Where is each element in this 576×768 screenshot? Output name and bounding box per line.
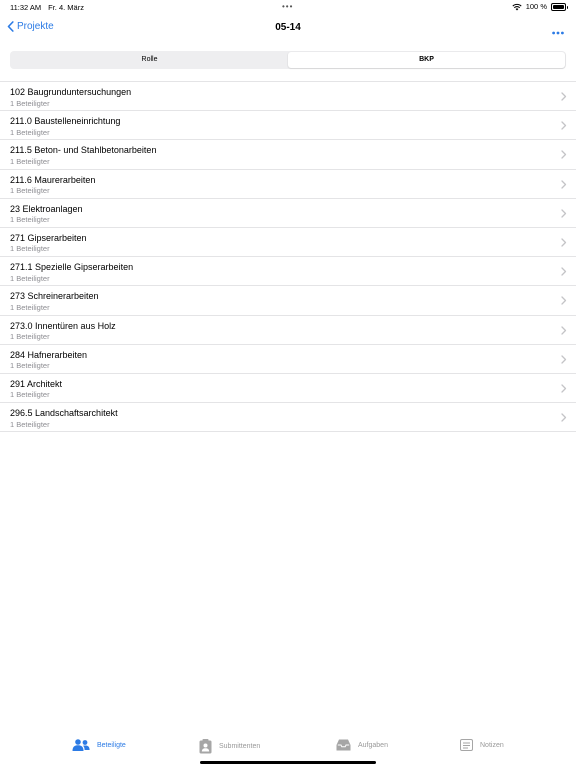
list-item[interactable]: 284 Hafnerarbeiten 1 Beteiligter [0, 345, 576, 374]
chevron-right-icon [561, 325, 567, 335]
chevron-right-icon [561, 413, 567, 422]
list-item-title: 271.1 Spezielle Gipserarbeiten [10, 262, 134, 273]
list-item-subtitle: 1 Beteiligter [10, 127, 50, 137]
list-item-title: 211.0 Baustelleneinrichtung [10, 116, 121, 127]
chevron-right-icon [561, 92, 567, 101]
list-item-title: 23 Elektroanlagen [10, 203, 83, 214]
list-item-subtitle: 1 Beteiligter [10, 156, 50, 166]
tray-icon [336, 739, 351, 751]
list-item-subtitle: 1 Beteiligter [10, 215, 50, 225]
list-item[interactable]: 273.0 Innentüren aus Holz 1 Beteiligter [0, 316, 576, 345]
more-button[interactable] [552, 22, 564, 40]
status-date: Fr. 4. März [48, 3, 84, 12]
tab-beteiligte[interactable]: Beteiligte [72, 739, 126, 751]
list-item[interactable]: 102 Baugrunduntersuchungen 1 Beteiligter [0, 82, 576, 112]
list-item-title: 273.0 Innentüren aus Holz [10, 320, 116, 331]
list-item-subtitle: 1 Beteiligter [10, 302, 50, 312]
list-item-title: 273 Schreinerarbeiten [10, 291, 99, 302]
chevron-right-icon [561, 296, 567, 305]
chevron-right-icon [561, 150, 567, 160]
tab-aufgaben[interactable]: Aufgaben [336, 739, 388, 751]
list-item-subtitle: 1 Beteiligter [10, 361, 50, 371]
list-item-subtitle: 1 Beteiligter [10, 390, 50, 400]
list-item[interactable]: 271.1 Spezielle Gipserarbeiten 1 Beteilig… [0, 257, 576, 287]
chevron-right-icon [561, 355, 567, 364]
chevron-right-icon [561, 179, 567, 189]
list-item-subtitle: 1 Beteiligter [10, 419, 50, 429]
list-item-subtitle: 1 Beteiligter [10, 332, 50, 341]
list-item-title: 271 Gipserarbeiten [10, 232, 87, 243]
segment-bkp[interactable]: BKP [288, 52, 565, 68]
segment-rolle[interactable]: Rolle [11, 52, 288, 68]
chevron-right-icon [561, 267, 567, 276]
battery-percentage: 100 % [525, 2, 547, 11]
navigation-bar: Projekte 05-14 [0, 14, 576, 44]
status-bar: 11:32 AM Fr. 4. März ••• 100 % [0, 0, 576, 14]
list-item-title: 291 Architekt [10, 378, 63, 389]
segmented-control: Rolle BKP [10, 51, 566, 69]
chevron-right-icon [561, 238, 567, 247]
list-item-subtitle: 1 Beteiligter [10, 186, 50, 196]
page-title: 05-14 [275, 22, 301, 33]
wifi-icon [512, 3, 522, 10]
list-item-subtitle: 1 Beteiligter [10, 98, 50, 108]
tab-submittenten[interactable]: Submittenten [199, 739, 260, 754]
list-item-title: 284 Hafnerarbeiten [10, 349, 88, 360]
notes-icon [460, 739, 473, 751]
people-icon [72, 739, 90, 751]
tab-label: Notizen [480, 741, 504, 749]
tab-label: Aufgaben [358, 741, 388, 749]
list-item[interactable]: 296.5 Landschaftsarchitekt 1 Beteiligter [0, 403, 576, 433]
bkp-list: 102 Baugrunduntersuchungen 1 Beteiligter 2… [0, 81, 576, 433]
list-item[interactable]: 271 Gipserarbeiten 1 Beteiligter [0, 228, 576, 258]
list-item-subtitle: 1 Beteiligter [10, 244, 50, 254]
tab-label: Beteiligte [97, 741, 126, 749]
list-item[interactable]: 211.0 Baustelleneinrichtung 1 Beteiligter [0, 111, 576, 141]
multitasking-dots[interactable]: ••• [282, 2, 293, 11]
chevron-right-icon [561, 121, 567, 130]
status-time: 11:32 AM [10, 3, 42, 12]
list-item[interactable]: 291 Architekt 1 Beteiligter [0, 374, 576, 404]
list-item[interactable]: 211.6 Maurerarbeiten 1 Beteiligter [0, 170, 576, 199]
chevron-right-icon [561, 209, 567, 218]
list-item-title: 211.6 Maurerarbeiten [10, 174, 96, 185]
list-item[interactable]: 211.5 Beton- und Stahlbetonarbeiten 1 Bet… [0, 140, 576, 170]
list-item[interactable]: 23 Elektroanlagen 1 Beteiligter [0, 199, 576, 228]
list-item-title: 296.5 Landschaftsarchitekt [10, 408, 118, 419]
tab-label: Submittenten [219, 743, 261, 750]
home-indicator [200, 761, 376, 764]
list-item-subtitle: 1 Beteiligter [10, 273, 50, 283]
ellipsis-icon [552, 31, 564, 35]
list-item-title: 102 Baugrunduntersuchungen [10, 87, 132, 97]
tab-bar: Beteiligte Submittenten Aufgaben Notizen [0, 736, 576, 758]
list-item-title: 211.5 Beton- und Stahlbetonarbeiten [10, 145, 157, 156]
chevron-right-icon [561, 384, 567, 393]
tab-notizen[interactable]: Notizen [460, 739, 504, 751]
list-item[interactable]: 273 Schreinerarbeiten 1 Beteiligter [0, 286, 576, 316]
battery-icon [551, 2, 568, 11]
contact-card-icon [199, 739, 212, 754]
